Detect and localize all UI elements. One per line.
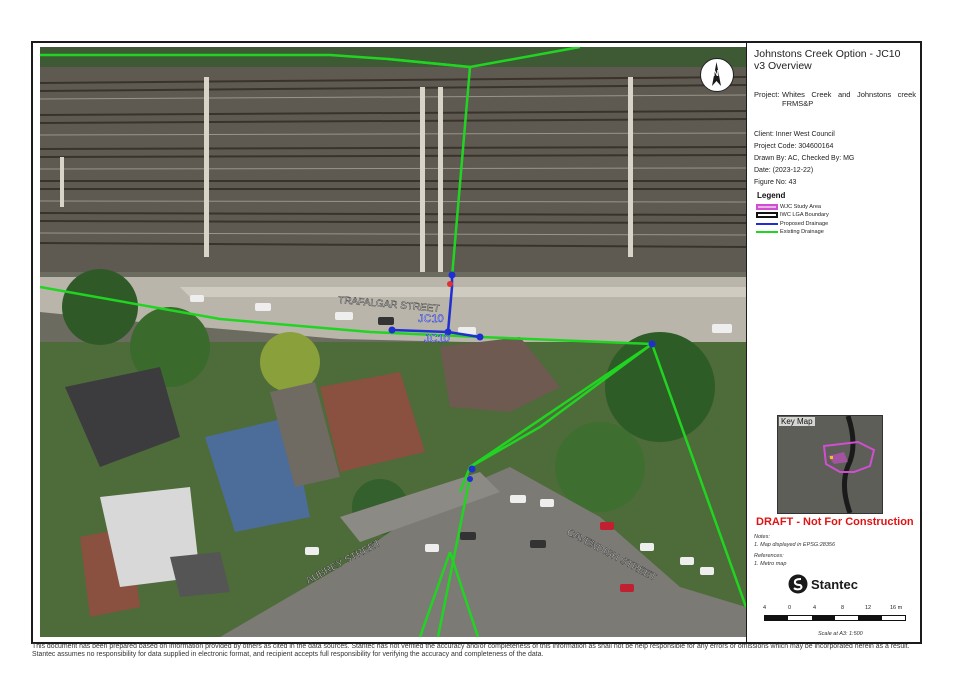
scale-tick: 4 bbox=[813, 605, 817, 611]
figure-no: Figure No: 43 bbox=[754, 179, 797, 186]
project-row: Project: Whites Creek and Johnstons cree… bbox=[754, 90, 916, 108]
notes-title: Notes: bbox=[754, 534, 770, 540]
aerial-map[interactable]: TRAFALGAR STREET JC10 JC10 AUBREY STREET… bbox=[40, 47, 746, 637]
legend-title: Legend bbox=[757, 191, 786, 200]
key-map-label: Key Map bbox=[779, 417, 815, 426]
scale-text: Scale at A3: 1:500 bbox=[818, 631, 863, 637]
draft-notice: DRAFT - Not For Construction bbox=[756, 516, 914, 528]
north-arrow: N bbox=[700, 58, 734, 92]
scale-tick: 0 bbox=[788, 605, 792, 611]
notes-1: 1. Map displayed in EPSG:28356 bbox=[754, 542, 836, 548]
study-area-swatch bbox=[756, 204, 778, 210]
stantec-logo: Stantec bbox=[788, 574, 858, 594]
legend-item-existing-drainage: Existing Drainage bbox=[756, 229, 824, 235]
references-1: 1. Metro map bbox=[754, 561, 787, 567]
legend-item-study-area: WJC Study Area bbox=[756, 204, 821, 210]
references-title: References: bbox=[754, 553, 784, 559]
scale-tick: 16 m bbox=[890, 605, 903, 611]
disclaimer: This document has been prepared based on… bbox=[32, 643, 910, 659]
scale-tick: 8 bbox=[841, 605, 845, 611]
project-value: Whites Creek and Johnstons creek FRMS&P bbox=[782, 90, 916, 108]
trees-top bbox=[40, 47, 746, 67]
date: Date: (2023-12-22) bbox=[754, 167, 814, 174]
key-map bbox=[777, 415, 883, 514]
legend-item-proposed-drainage: Proposed Drainage bbox=[756, 221, 828, 227]
lga-boundary-swatch bbox=[756, 212, 778, 218]
map-canvas: TRAFALGAR STREET JC10 JC10 AUBREY STREET… bbox=[40, 47, 746, 637]
client: Client: Inner West Council bbox=[754, 131, 835, 138]
drawn-by: Drawn By: AC, Checked By: MG bbox=[754, 155, 855, 162]
scale-tick: 12 bbox=[865, 605, 872, 611]
project-label: Project: bbox=[754, 90, 780, 99]
jc10-label-a: JC10 bbox=[418, 313, 444, 325]
company-name: Stantec bbox=[811, 576, 858, 592]
existing-drainage-swatch bbox=[756, 231, 778, 233]
jc10-label-b: JC10 bbox=[424, 333, 450, 345]
stantec-logo-icon bbox=[788, 574, 808, 594]
scale-tick: 4 bbox=[763, 605, 767, 611]
scale-bar bbox=[764, 615, 906, 621]
project-code: Project Code: 304600164 bbox=[754, 143, 834, 150]
proposed-drainage-swatch bbox=[756, 223, 778, 225]
legend-item-lga-boundary: IWC LGA Boundary bbox=[756, 212, 829, 218]
north-label: N bbox=[713, 69, 719, 78]
map-title: Johnstons Creek Option - JC10 v3 Overvie… bbox=[754, 48, 901, 72]
outlet-point bbox=[447, 281, 453, 287]
